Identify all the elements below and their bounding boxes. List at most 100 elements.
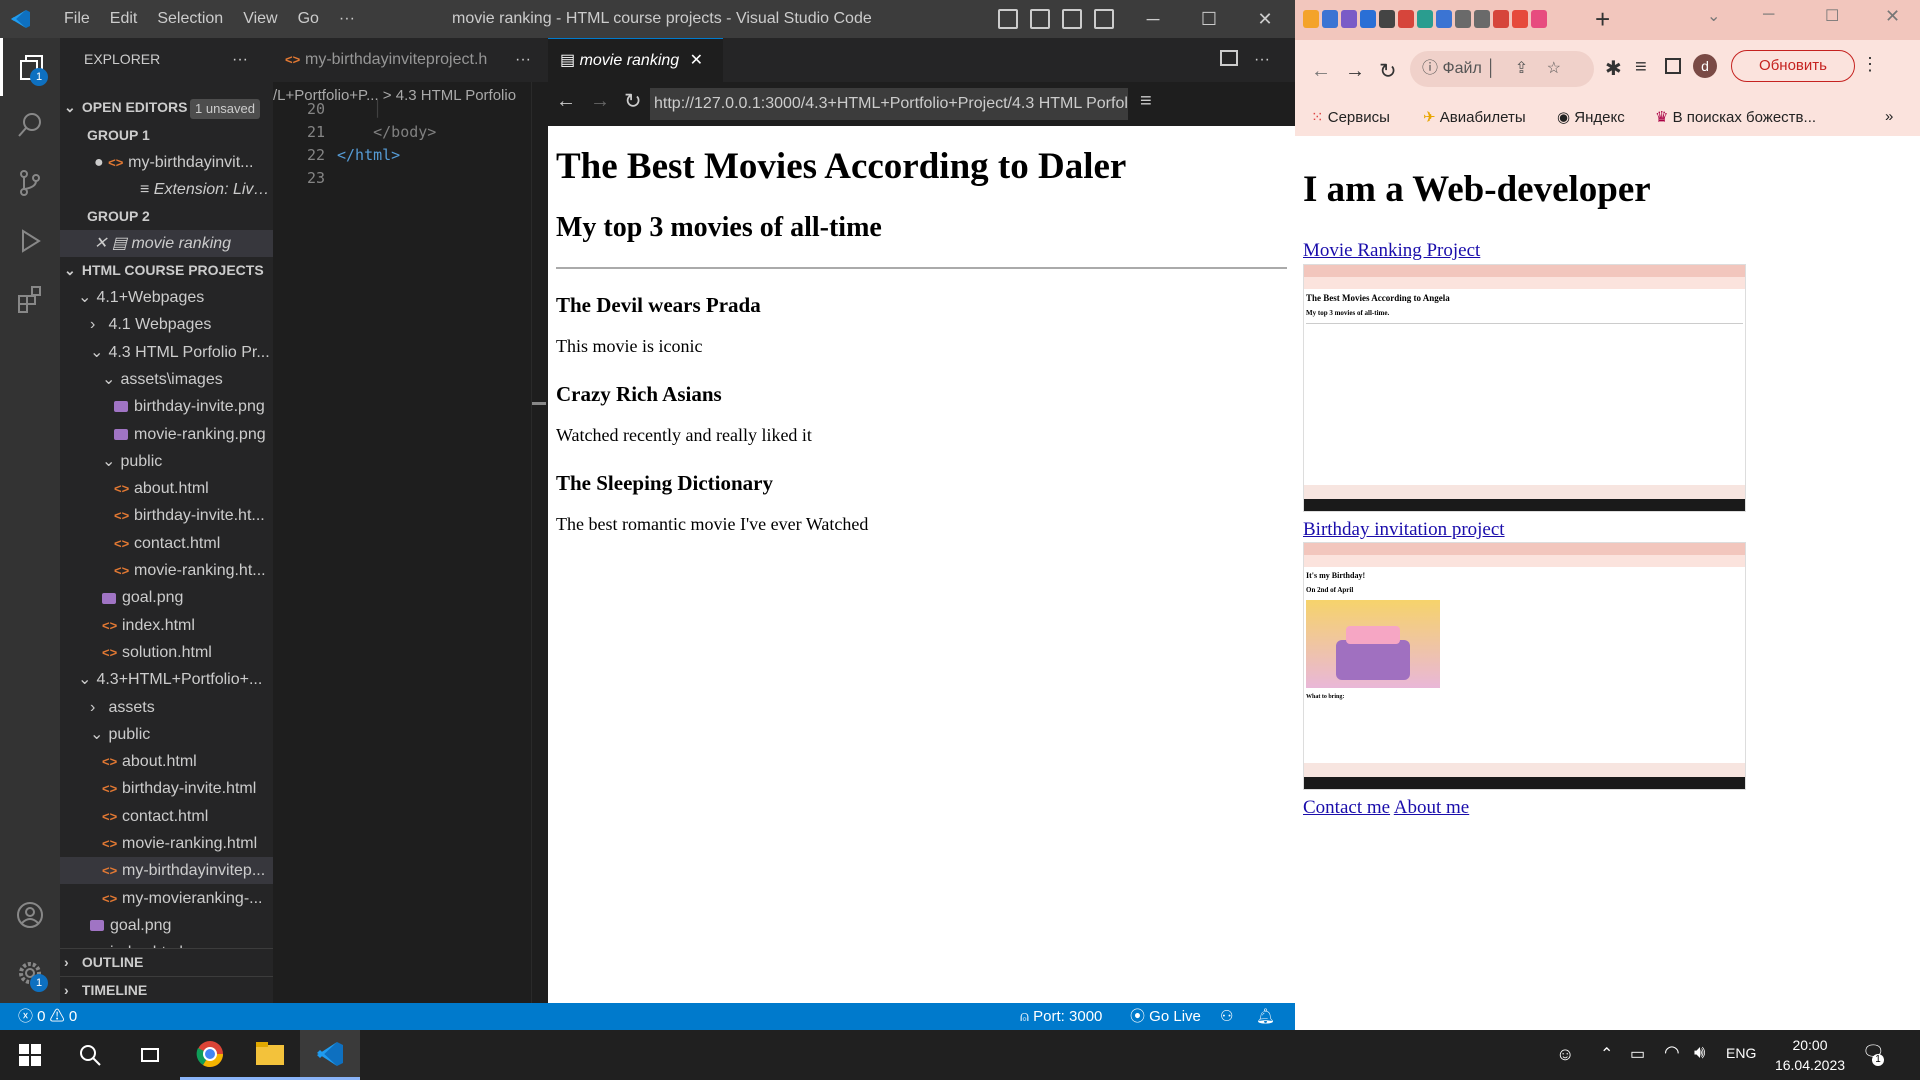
go-live-button[interactable]: ⦿ Go Live	[1130, 1003, 1201, 1030]
tree-item[interactable]: ⌄ 4.1+Webpages	[60, 284, 273, 311]
tab-favicon-icon[interactable]	[1398, 10, 1414, 28]
maximize-button[interactable]: ☐	[1180, 0, 1238, 38]
toggle-secondary-sidebar-icon[interactable]	[1062, 9, 1082, 29]
more-bookmarks-icon[interactable]: »	[1885, 108, 1893, 125]
language-indicator[interactable]: ENG	[1726, 1045, 1756, 1061]
tab-more-icon[interactable]: ···	[515, 38, 531, 82]
timeline-header[interactable]: › TIMELINE	[60, 976, 273, 1003]
bookmark-star-icon[interactable]: ☆	[1547, 60, 1561, 77]
tray-chevron-icon[interactable]: ⌃	[1600, 1044, 1613, 1064]
close-tab-icon[interactable]: ✕	[690, 52, 703, 69]
media-control-icon[interactable]: ≡	[1635, 56, 1647, 79]
bookmark-gods[interactable]: ♛ В поисках божеств...	[1655, 108, 1816, 126]
menu-file[interactable]: File	[54, 10, 100, 28]
split-editor-icon[interactable]	[1220, 50, 1238, 66]
back-icon[interactable]: ←	[1311, 60, 1331, 83]
settings-gear-icon[interactable]: 1	[0, 944, 60, 1002]
volume-icon[interactable]: 🔊︎	[1694, 1042, 1705, 1063]
open-editor-extension[interactable]: ≡ Extension: Live P...	[60, 176, 273, 203]
tab-favicon-icon[interactable]	[1303, 10, 1319, 28]
tree-item[interactable]: <> birthday-invite.html	[60, 775, 273, 802]
about-link[interactable]: About me	[1394, 797, 1469, 818]
menu-view[interactable]: View	[233, 10, 287, 28]
forward-icon[interactable]: →	[590, 90, 610, 113]
explorer-icon[interactable]: 1	[0, 38, 60, 96]
url-input[interactable]: http://127.0.0.1:3000/4.3+HTML+Portfolio…	[650, 88, 1128, 120]
code-area[interactable]: 20 │ 21 </body> 22 </html> 23	[273, 100, 548, 190]
maximize-button[interactable]: ☐	[1825, 6, 1839, 26]
preview-menu-icon[interactable]: ≡	[1140, 90, 1152, 113]
tab-favicon-icon[interactable]	[1436, 10, 1452, 28]
windows-start-icon[interactable]	[0, 1030, 60, 1080]
search-icon[interactable]	[60, 1030, 120, 1080]
forward-icon[interactable]: →	[1345, 60, 1365, 83]
accounts-icon[interactable]	[0, 886, 60, 944]
bookmark-services[interactable]: ⁙ Сервисы	[1311, 108, 1390, 126]
close-button[interactable]: ✕	[1885, 6, 1900, 27]
notifications-icon[interactable]: 🔔︎	[1256, 1003, 1275, 1030]
bookmark-yandex[interactable]: ◉ Яндекс	[1557, 108, 1625, 126]
tree-item[interactable]: goal.png	[60, 912, 273, 939]
browser-menu-icon[interactable]: ⋮	[1861, 54, 1879, 75]
tab-birthday[interactable]: <> my-birthdayinviteproject.h	[273, 38, 513, 82]
reload-icon[interactable]: ↻	[624, 89, 642, 114]
address-bar[interactable]: ⓘ Файл │ ⇪ ☆	[1410, 51, 1594, 87]
tree-item[interactable]: ⌄ assets\images	[60, 366, 273, 393]
run-debug-icon[interactable]	[0, 212, 60, 270]
task-view-icon[interactable]	[120, 1030, 180, 1080]
tree-item[interactable]: <> movie-ranking.html	[60, 830, 273, 857]
toggle-panel-icon[interactable]	[1030, 9, 1050, 29]
vscode-taskbar-icon[interactable]	[300, 1030, 360, 1080]
tab-favicon-icon[interactable]	[1531, 10, 1547, 28]
feedback-icon[interactable]: ⚇	[1220, 1003, 1233, 1030]
search-icon[interactable]	[0, 96, 60, 154]
back-icon[interactable]: ←	[556, 90, 576, 113]
tree-item[interactable]: <> my-birthdayinvitep...	[60, 857, 273, 885]
tab-favicon-icon[interactable]	[1455, 10, 1471, 28]
tab-favicon-icon[interactable]	[1360, 10, 1376, 28]
tab-favicon-icon[interactable]	[1512, 10, 1528, 28]
tree-item[interactable]: <> contact.html	[60, 530, 273, 557]
chrome-taskbar-icon[interactable]	[180, 1030, 240, 1080]
project-header[interactable]: ⌄ HTML COURSE PROJECTS	[60, 257, 273, 284]
close-editor-icon[interactable]: ✕	[94, 235, 107, 252]
tree-item[interactable]: <> movie-ranking.ht...	[60, 557, 273, 584]
tree-item[interactable]: movie-ranking.png	[60, 421, 273, 448]
tree-item[interactable]: ⌄ 4.3 HTML Porfolio Pr...	[60, 339, 273, 366]
source-control-icon[interactable]	[0, 154, 60, 212]
movie-ranking-link[interactable]: Movie Ranking Project	[1303, 240, 1480, 262]
tree-item[interactable]: <> about.html	[60, 475, 273, 502]
people-icon[interactable]: ☺	[1556, 1044, 1574, 1065]
tab-favicon-icon[interactable]	[1341, 10, 1357, 28]
menu-selection[interactable]: Selection	[147, 10, 233, 28]
bookmark-flights[interactable]: ✈ Авиабилеты	[1423, 108, 1526, 126]
battery-icon[interactable]: ▭	[1630, 1044, 1645, 1064]
tab-search-icon[interactable]: ⌄	[1707, 6, 1720, 26]
toggle-primary-sidebar-icon[interactable]	[998, 9, 1018, 29]
share-icon[interactable]: ⇪	[1515, 60, 1528, 77]
scrollbar[interactable]	[531, 82, 546, 1003]
avatar[interactable]: d	[1693, 54, 1717, 78]
tree-item[interactable]: › 4.1 Webpages	[60, 311, 273, 338]
tree-item[interactable]: ⌄ public	[60, 448, 273, 475]
extensions-icon[interactable]: ✱	[1605, 56, 1622, 81]
tab-movie-ranking[interactable]: ▤ movie ranking ✕	[548, 38, 723, 82]
tree-item[interactable]: <> contact.html	[60, 803, 273, 830]
tab-favicons[interactable]	[1303, 10, 1547, 28]
tree-item[interactable]: <>index.html	[60, 612, 273, 639]
menu-go[interactable]: Go	[288, 10, 329, 28]
explorer-more-icon[interactable]: ···	[232, 46, 248, 73]
tab-favicon-icon[interactable]	[1417, 10, 1433, 28]
extensions-icon[interactable]	[0, 270, 60, 328]
file-explorer-icon[interactable]	[240, 1030, 300, 1080]
clock[interactable]: 20:00 16.04.2023	[1770, 1035, 1850, 1075]
editor-more-icon[interactable]: ···	[1254, 38, 1270, 82]
tree-item[interactable]: ⌄ public	[60, 721, 273, 748]
birthday-invitation-link[interactable]: Birthday invitation project	[1303, 519, 1505, 541]
wifi-icon[interactable]: ◠	[1664, 1042, 1680, 1063]
tab-favicon-icon[interactable]	[1322, 10, 1338, 28]
side-panel-icon[interactable]	[1665, 58, 1681, 74]
tree-item[interactable]: <> about.html	[60, 748, 273, 775]
customize-layout-icon[interactable]	[1094, 9, 1114, 29]
tree-item[interactable]: <> solution.html	[60, 639, 273, 666]
